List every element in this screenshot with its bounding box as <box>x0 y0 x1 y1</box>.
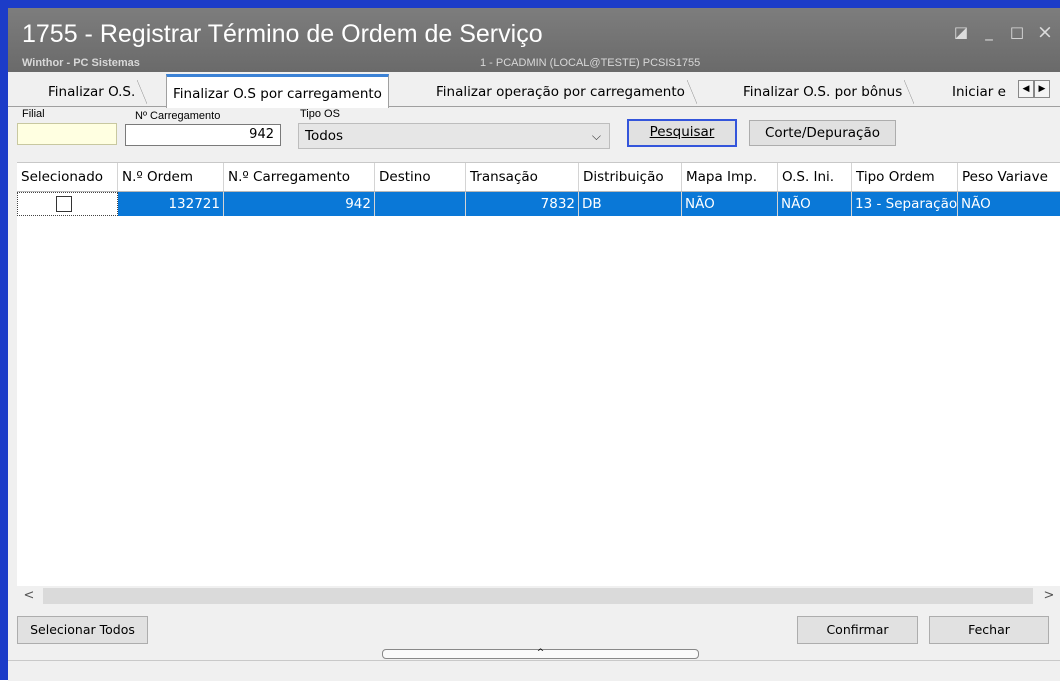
window-frame-top <box>0 0 1060 8</box>
scroll-right-icon[interactable]: > <box>1041 588 1057 604</box>
col-carregamento[interactable]: N.º Carregamento <box>224 163 375 191</box>
row-checkbox[interactable] <box>56 196 72 212</box>
carregamento-input[interactable]: 942 <box>125 124 281 146</box>
fechar-button[interactable]: Fechar <box>929 616 1049 644</box>
tipo-ordem-cell: 13 - Separação <box>852 192 958 216</box>
tab-scroll-right-icon[interactable]: ▶ <box>1034 80 1050 98</box>
tab-strip: Finalizar O.S. Finalizar O.S por carrega… <box>8 72 1060 108</box>
user-info: 1 - PCADMIN (LOCAL@TESTE) PCSIS1755 <box>480 57 701 69</box>
fechar-label: Fechar <box>968 622 1010 637</box>
transacao-cell: 7832 <box>466 192 579 216</box>
horizontal-scrollbar[interactable]: < > <box>17 586 1060 608</box>
table-row[interactable]: 132721 942 7832 DB NÃO NÃO 13 - Separaçã… <box>17 192 1060 216</box>
selecionar-todos-label: Selecionar Todos <box>30 622 135 637</box>
tipo-os-value: Todos <box>305 128 344 144</box>
carregamento-cell: 942 <box>224 192 375 216</box>
pesquisar-button[interactable]: Pesquisar <box>627 119 737 147</box>
selecionar-todos-button[interactable]: Selecionar Todos <box>17 616 148 644</box>
chevron-up-icon: ^ <box>536 648 545 658</box>
filial-input[interactable] <box>17 123 117 145</box>
app-window: 1755 - Registrar Término de Ordem de Ser… <box>0 0 1060 681</box>
destino-cell <box>375 192 466 216</box>
tab-finalizar-os[interactable]: Finalizar O.S. <box>42 80 148 104</box>
tab-finalizar-os-bonus[interactable]: Finalizar O.S. por bônus <box>737 80 915 104</box>
window-frame-left <box>0 0 8 680</box>
tipo-os-label: Tipo OS <box>300 108 340 120</box>
pesquisar-label: Pesquisar <box>649 124 715 140</box>
maximize-icon[interactable]: □ <box>1006 22 1028 42</box>
col-destino[interactable]: Destino <box>375 163 466 191</box>
minimize-icon[interactable]: _ <box>978 22 1000 42</box>
tab-label: Finalizar O.S por carregamento <box>173 86 382 102</box>
title-bar: 1755 - Registrar Término de Ordem de Ser… <box>8 8 1060 72</box>
col-selecionado[interactable]: Selecionado <box>17 163 118 191</box>
os-ini-cell: NÃO <box>778 192 852 216</box>
peso-cell: NÃO <box>961 196 991 212</box>
scrollbar-thumb[interactable] <box>43 588 1033 604</box>
ordem-cell: 132721 <box>118 192 224 216</box>
panel-splitter-handle[interactable]: ^ <box>382 649 699 659</box>
tab-scroll-left-icon[interactable]: ◀ <box>1018 80 1034 98</box>
mapa-cell: NÃO <box>682 192 778 216</box>
col-os-ini[interactable]: O.S. Ini. <box>778 163 852 191</box>
tab-iniciar[interactable]: Iniciar e <box>946 80 1012 104</box>
selecionado-cell[interactable] <box>17 192 118 216</box>
status-bar <box>8 660 1060 681</box>
tipo-os-select[interactable]: Todos ⌵ <box>298 123 610 149</box>
carregamento-label: Nº Carregamento <box>135 110 221 122</box>
distribuicao-cell: DB <box>579 192 682 216</box>
filial-label: Filial <box>22 108 45 120</box>
tab-finalizar-os-carregamento[interactable]: Finalizar O.S por carregamento <box>166 74 389 108</box>
confirmar-button[interactable]: Confirmar <box>797 616 918 644</box>
col-distribuicao[interactable]: Distribuição <box>579 163 682 191</box>
window-title: 1755 - Registrar Término de Ordem de Ser… <box>22 20 543 48</box>
col-peso-variavel[interactable]: Peso Variave <box>958 163 1060 191</box>
chevron-down-icon: ⌵ <box>591 129 601 143</box>
window-subtitle: Winthor - PC Sistemas <box>22 57 140 69</box>
tab-label: Finalizar O.S. por bônus <box>743 84 903 100</box>
scroll-left-icon[interactable]: < <box>21 588 37 604</box>
close-icon[interactable]: × <box>1034 22 1056 42</box>
restore-icon[interactable]: ◪ <box>950 22 972 42</box>
tab-label: Finalizar operação por carregamento <box>436 84 685 100</box>
col-ordem[interactable]: N.º Ordem <box>118 163 224 191</box>
col-mapa-imp[interactable]: Mapa Imp. <box>682 163 778 191</box>
orders-grid[interactable]: Selecionado N.º Ordem N.º Carregamento D… <box>17 162 1060 587</box>
corte-label: Corte/Depuração <box>765 125 880 141</box>
col-tipo-ordem[interactable]: Tipo Ordem <box>852 163 958 191</box>
grid-header: Selecionado N.º Ordem N.º Carregamento D… <box>17 163 1060 192</box>
col-transacao[interactable]: Transação <box>466 163 579 191</box>
corte-depuracao-button[interactable]: Corte/Depuração <box>749 120 896 146</box>
tab-finalizar-operacao-carregamento[interactable]: Finalizar operação por carregamento <box>430 80 697 104</box>
tab-label: Iniciar e <box>952 84 1006 100</box>
tab-label: Finalizar O.S. <box>48 84 136 100</box>
confirmar-label: Confirmar <box>826 622 889 637</box>
